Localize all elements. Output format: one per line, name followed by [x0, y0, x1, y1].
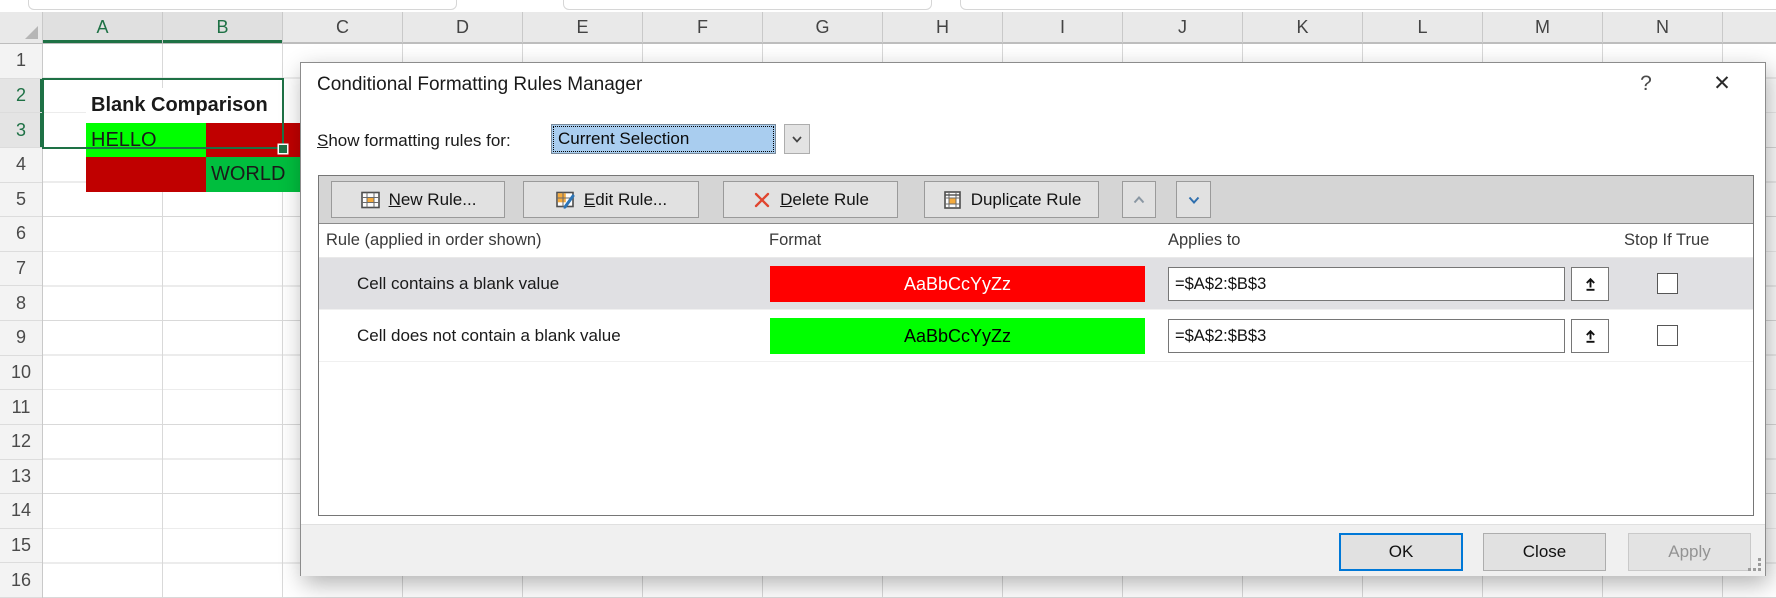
fx-box-edge [563, 0, 932, 10]
chevron-down-icon [1185, 191, 1203, 209]
chevron-up-icon [1130, 191, 1148, 209]
column-header-D[interactable]: D [403, 12, 523, 43]
cell-A2[interactable]: HELLO [86, 123, 206, 158]
column-header-N[interactable]: N [1603, 12, 1723, 43]
name-box-edge [28, 0, 457, 10]
duplicate-rule-button[interactable]: Duplicate Rule [924, 181, 1099, 218]
collapse-dialog-button[interactable] [1571, 319, 1609, 353]
delete-rule-label: Delete Rule [780, 190, 869, 210]
column-header-A[interactable]: A [43, 12, 163, 43]
show-rules-combobox[interactable]: Current Selection [551, 124, 776, 154]
row-header-12[interactable]: 12 [0, 425, 42, 460]
rule-name: Cell does not contain a blank value [357, 310, 621, 362]
delete-rule-button[interactable]: Delete Rule [723, 181, 898, 218]
rule-row-not-blank[interactable]: Cell does not contain a blank value AaBb… [319, 310, 1753, 362]
applies-to-input[interactable] [1168, 319, 1565, 353]
column-headers: ABCDEFGHIJKLMN [0, 12, 1776, 44]
row-header-15[interactable]: 15 [0, 529, 42, 564]
resize-grip[interactable] [1749, 559, 1761, 571]
header-rule: Rule (applied in order shown) [326, 231, 542, 250]
rule-row-blank[interactable]: Cell contains a blank value AaBbCcYyZz [319, 258, 1753, 310]
row-header-11[interactable]: 11 [0, 390, 42, 425]
chevron-down-icon [789, 131, 805, 147]
fill-handle[interactable] [279, 145, 287, 153]
stop-if-true-checkbox[interactable] [1657, 325, 1678, 346]
column-header-K[interactable]: K [1243, 12, 1363, 43]
row-header-3[interactable]: 3 [0, 113, 42, 148]
rules-toolbar: New Rule... Edit Rule... [319, 176, 1753, 224]
edit-rule-button[interactable]: Edit Rule... [523, 181, 699, 218]
header-applies-to: Applies to [1168, 231, 1240, 250]
excel-window: ABCDEFGHIJKLMN 12345678910111213141516 B… [0, 0, 1776, 598]
row-header-14[interactable]: 14 [0, 494, 42, 529]
row-header-10[interactable]: 10 [0, 356, 42, 391]
close-button[interactable]: Close [1483, 533, 1606, 571]
new-rule-label: New Rule... [389, 190, 477, 210]
row-header-5[interactable]: 5 [0, 183, 42, 218]
red-x-icon [752, 190, 772, 210]
column-header-B[interactable]: B [163, 12, 283, 43]
edit-rule-label: Edit Rule... [584, 190, 667, 210]
stop-if-true-checkbox[interactable] [1657, 273, 1678, 294]
table-grid-icon [360, 190, 381, 210]
row-header-4[interactable]: 4 [0, 148, 42, 183]
rules-group: New Rule... Edit Rule... [318, 175, 1754, 516]
collapse-dialog-button[interactable] [1571, 267, 1609, 301]
rule-name: Cell contains a blank value [357, 258, 559, 310]
row-header-1[interactable]: 1 [0, 44, 42, 79]
row-header-8[interactable]: 8 [0, 286, 42, 321]
formula-bar-edge [0, 0, 1776, 12]
combobox-dropdown-button[interactable] [784, 124, 810, 154]
row-header-6[interactable]: 6 [0, 217, 42, 252]
applies-to-input[interactable] [1168, 267, 1565, 301]
table-grid-icon [942, 190, 963, 210]
close-icon[interactable]: ✕ [1705, 67, 1739, 99]
column-header-I[interactable]: I [1003, 12, 1123, 43]
dialog-footer: OK Close Apply [301, 524, 1765, 576]
row-headers: 12345678910111213141516 [0, 44, 43, 598]
row-header-16[interactable]: 16 [0, 563, 42, 598]
new-rule-button[interactable]: New Rule... [331, 181, 505, 218]
move-down-button[interactable] [1176, 181, 1211, 218]
table-pencil-icon [555, 190, 576, 210]
corner-triangle-icon [25, 26, 38, 39]
column-header-C[interactable]: C [283, 12, 403, 43]
row-header-9[interactable]: 9 [0, 321, 42, 356]
row-header-7[interactable]: 7 [0, 252, 42, 287]
ok-button[interactable]: OK [1339, 533, 1463, 571]
format-preview: AaBbCcYyZz [770, 266, 1145, 302]
formula-input-edge [960, 0, 1776, 10]
header-format: Format [769, 231, 821, 250]
select-all-button[interactable] [0, 12, 43, 43]
help-button[interactable]: ? [1631, 69, 1661, 99]
column-header-G[interactable]: G [763, 12, 883, 43]
move-up-button[interactable] [1122, 181, 1156, 218]
column-header-F[interactable]: F [643, 12, 763, 43]
cf-rules-manager-dialog: Conditional Formatting Rules Manager ? ✕… [300, 62, 1766, 576]
rules-list-header: Rule (applied in order shown) Format App… [319, 224, 1753, 258]
dialog-title: Conditional Formatting Rules Manager [317, 74, 642, 96]
collapse-up-arrow-icon [1582, 328, 1599, 345]
collapse-up-arrow-icon [1582, 276, 1599, 293]
header-stop-if-true: Stop If True [1624, 231, 1709, 250]
column-header-L[interactable]: L [1363, 12, 1483, 43]
apply-button[interactable]: Apply [1628, 533, 1751, 571]
duplicate-rule-label: Duplicate Rule [971, 190, 1082, 210]
column-header-overflow [1723, 12, 1776, 43]
cell-A3[interactable] [86, 157, 206, 192]
column-header-J[interactable]: J [1123, 12, 1243, 43]
row-header-13[interactable]: 13 [0, 460, 42, 495]
column-header-H[interactable]: H [883, 12, 1003, 43]
column-header-E[interactable]: E [523, 12, 643, 43]
format-preview: AaBbCcYyZz [770, 318, 1145, 354]
show-rules-label: Show formatting rules for: [317, 131, 511, 151]
column-header-M[interactable]: M [1483, 12, 1603, 43]
row-header-2[interactable]: 2 [0, 79, 42, 114]
